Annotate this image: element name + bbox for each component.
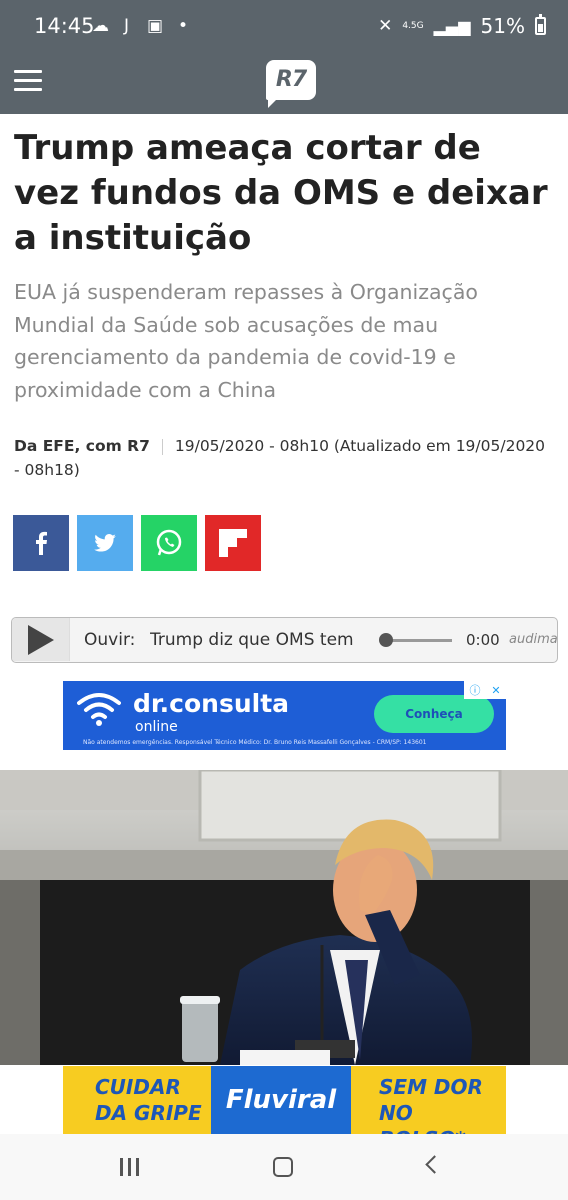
back-icon[interactable] <box>420 1154 450 1180</box>
ad-banner-drconsulta[interactable]: dr.consulta online Conheça Não atendemos… <box>63 681 506 750</box>
battery-percent: 51% <box>480 14 525 38</box>
flipboard-icon <box>219 529 247 557</box>
ad-tagline: online <box>135 719 178 735</box>
share-flipboard-button[interactable] <box>205 515 261 571</box>
ad-cta-button[interactable]: Conheça <box>374 695 494 733</box>
status-bar: 14:45 ☁ J ▣ • ✕ 4.5G ▂▄▆ 51% <box>0 0 568 56</box>
signal-icon: ▂▄▆ <box>433 16 471 36</box>
ad-banner-fluviral[interactable]: CUIDAR DA GRIPE Fluviral SEM DOR NO BOLS… <box>63 1066 506 1134</box>
close-icon[interactable]: ✕ <box>491 684 500 697</box>
byline-divider <box>161 438 163 455</box>
home-icon[interactable] <box>270 1154 300 1180</box>
byline: Da EFE, com R7 19/05/2020 - 08h10 (Atuali… <box>14 434 554 482</box>
share-whatsapp-button[interactable] <box>141 515 197 571</box>
wifi-logo-icon <box>77 693 121 726</box>
article-subtitle: EUA já suspenderam repasses à Organizaçã… <box>14 280 478 402</box>
player-track-title: Trump diz que OMS tem <box>150 630 354 650</box>
facebook-icon <box>36 531 47 555</box>
ad-brand: dr.consulta <box>133 689 290 718</box>
mute-icon: ✕ <box>378 16 393 36</box>
article-photo <box>0 770 568 1065</box>
audio-player: Ouvir: Trump diz que OMS tem 0:00 audima <box>11 617 558 663</box>
article-title: Trump ameaça cortar de vez fundos da OMS… <box>14 128 548 258</box>
status-right: ✕ 4.5G ▂▄▆ 51% <box>378 14 546 38</box>
player-time: 0:00 <box>466 631 500 649</box>
audima-logo[interactable]: audima <box>509 632 557 647</box>
notification-j-icon: J <box>124 16 130 36</box>
progress-knob[interactable] <box>379 633 393 647</box>
app-header: R7 <box>0 56 568 114</box>
twitter-icon <box>94 534 116 552</box>
progress-bar[interactable] <box>388 639 452 642</box>
menu-icon[interactable] <box>14 70 42 92</box>
ad-choices[interactable]: ⓘ ✕ <box>464 681 506 699</box>
player-label: Ouvir: <box>84 630 136 650</box>
info-icon[interactable]: ⓘ <box>469 682 480 698</box>
ad2-right-text: SEM DOR NO BOLSO* <box>379 1075 483 1134</box>
share-facebook-button[interactable] <box>13 515 69 571</box>
share-twitter-button[interactable] <box>77 515 133 571</box>
play-button[interactable] <box>12 618 70 661</box>
image-icon: ▣ <box>147 16 164 36</box>
ad2-left-text: CUIDAR DA GRIPE <box>95 1075 202 1125</box>
status-time: 14:45 <box>34 14 95 38</box>
network-type: 4.5G <box>402 21 424 31</box>
ad-fine-print: Não atendemos emergências. Responsável T… <box>83 739 427 746</box>
photo-illustration <box>0 770 568 1065</box>
cloud-icon: ☁ <box>92 16 109 36</box>
author[interactable]: Da EFE, com R7 <box>14 437 150 455</box>
battery-icon <box>535 14 546 35</box>
dot-icon: • <box>178 16 189 36</box>
ad2-brand: Fluviral <box>211 1066 351 1134</box>
r7-logo[interactable]: R7 <box>266 60 316 108</box>
recent-apps-icon[interactable] <box>120 1154 150 1180</box>
whatsapp-icon <box>156 529 182 556</box>
system-nav-bar <box>0 1134 568 1200</box>
